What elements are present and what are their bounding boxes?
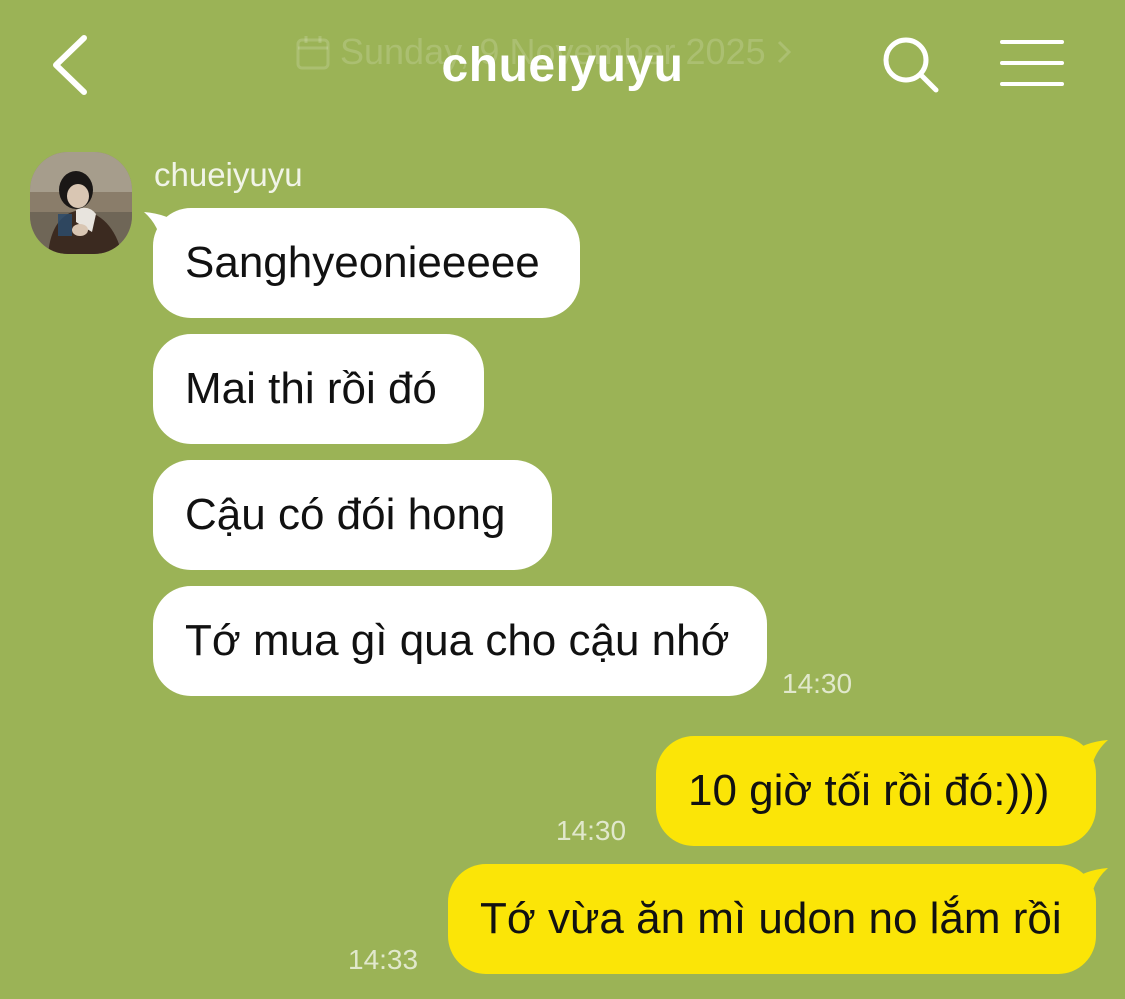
chat-header: Sunday, 9 November 2025 chueiyuyu (0, 0, 1125, 130)
search-icon (883, 37, 939, 93)
message-text: Tớ vừa ăn mì udon no lắm rồi (480, 894, 1062, 943)
avatar[interactable] (30, 152, 132, 254)
sender-name: chueiyuyu (154, 156, 303, 193)
message-bubble-incoming[interactable]: Cậu có đói hong (153, 460, 552, 570)
message-text: Mai thi rồi đó (185, 364, 437, 413)
message-bubble-outgoing[interactable]: 10 giờ tối rồi đó:))) (656, 736, 1096, 846)
message-timestamp: 14:33 (348, 944, 419, 975)
message-timestamp: 14:30 (556, 815, 627, 846)
search-button[interactable] (880, 34, 942, 96)
message-bubble-incoming[interactable]: Tớ mua gì qua cho cậu nhớ (153, 586, 767, 696)
menu-button[interactable] (1000, 38, 1064, 88)
message-text: Sanghyeonieeeee (185, 238, 540, 287)
chat-title: chueiyuyu (441, 39, 684, 92)
message-bubble-incoming[interactable]: Sanghyeonieeeee (153, 208, 580, 318)
hamburger-menu-icon (1000, 40, 1064, 86)
message-bubble-incoming[interactable]: Mai thi rồi đó (153, 334, 484, 444)
message-text: Cậu có đói hong (185, 490, 506, 539)
message-text: 10 giờ tối rồi đó:))) (688, 766, 1050, 815)
message-bubble-outgoing[interactable]: Tớ vừa ăn mì udon no lắm rồi (448, 864, 1096, 974)
message-timestamp: 14:30 (782, 668, 853, 699)
message-text: Tớ mua gì qua cho cậu nhớ (185, 616, 730, 665)
